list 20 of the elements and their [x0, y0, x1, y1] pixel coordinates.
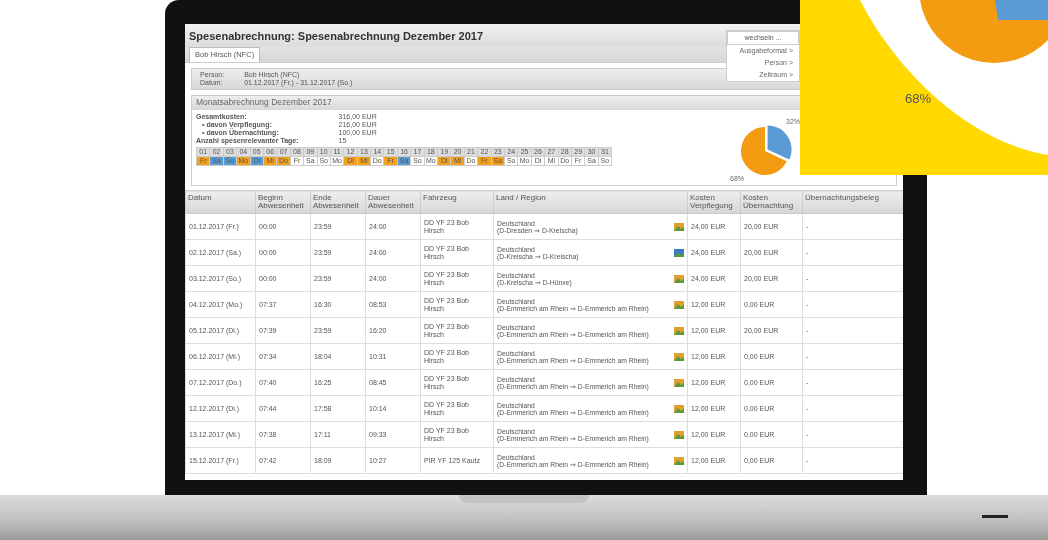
column-header: Fahrzeug: [420, 190, 494, 214]
map-icon[interactable]: [674, 299, 684, 310]
column-header: Land / Region: [493, 190, 688, 214]
map-icon[interactable]: [674, 221, 684, 232]
column-header: Datum: [185, 190, 256, 214]
column-header: Beginn Abwesenheit: [255, 190, 311, 214]
map-icon[interactable]: [674, 351, 684, 362]
column-header: Ende Abwesenheit: [310, 190, 366, 214]
percentage-label: 68%: [905, 92, 932, 107]
column-header: Übernachtungsbeleg: [802, 190, 903, 214]
map-icon[interactable]: [674, 325, 684, 336]
column-header: Kosten Übernachtung: [740, 190, 803, 214]
column-header: Dauer Abwesenheit: [365, 190, 421, 214]
map-icon[interactable]: [674, 403, 684, 414]
map-icon[interactable]: [674, 273, 684, 284]
column-header: Kosten Verpflegung: [687, 190, 741, 214]
map-icon[interactable]: [674, 247, 684, 258]
map-icon[interactable]: [674, 377, 684, 388]
map-icon[interactable]: [674, 429, 684, 440]
map-icon[interactable]: [674, 455, 684, 466]
